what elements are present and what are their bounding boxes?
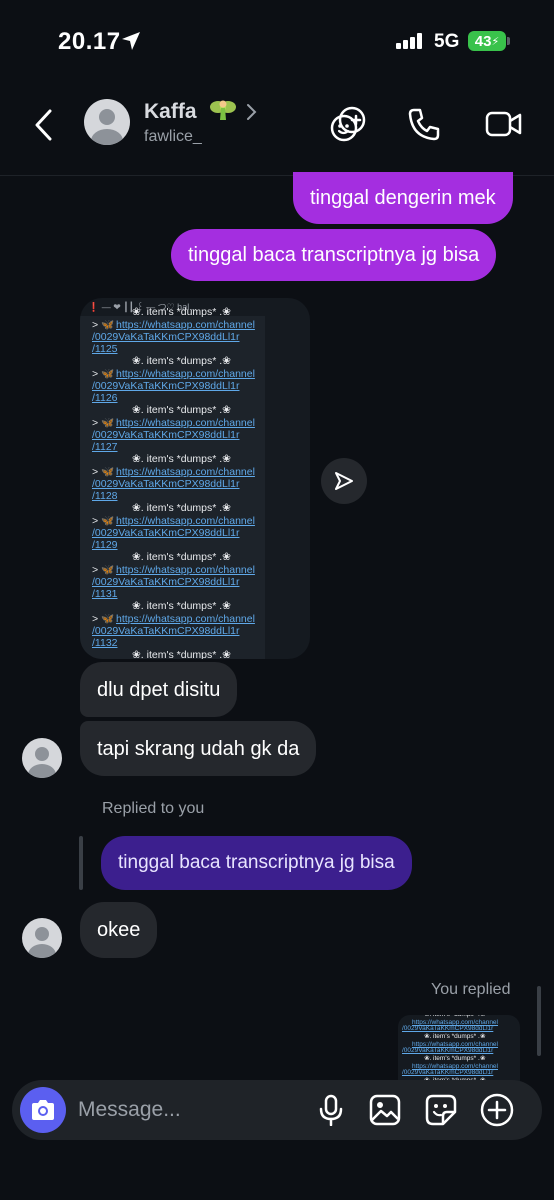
entry-link: /0029VaKaTaKKmCPX98ddLl1r <box>92 478 240 490</box>
entry-title: ❀. item's *dumps* .❀ <box>132 404 231 416</box>
entry-title: ❀. item's *dumps* .❀ <box>132 502 231 514</box>
incoming-message[interactable]: dlu dpet disitu <box>80 662 238 717</box>
status-time: 20.17 <box>58 28 121 55</box>
sender-avatar[interactable] <box>22 738 62 778</box>
sticker-icon <box>425 1094 457 1126</box>
entry-link: https://whatsapp.com/channel <box>116 564 255 576</box>
incoming-message[interactable]: tapi skrang udah gk da <box>80 721 317 776</box>
entry-prefix: > 🦋 <box>92 417 115 429</box>
outgoing-message[interactable]: tinggal baca transcriptnya jg bisa <box>171 229 497 281</box>
incoming-message[interactable]: okee <box>80 902 158 958</box>
entry-prefix: > 🦋 <box>92 564 115 576</box>
entry-prefix: > 🦋 <box>92 319 115 331</box>
share-button[interactable] <box>321 458 367 504</box>
message-text: tinggal baca transcriptnya jg bisa <box>118 852 395 873</box>
sender-avatar[interactable] <box>22 918 62 958</box>
entry-title: ❀. item's *dumps* .❀ <box>132 600 231 612</box>
send-arrow-icon <box>335 472 353 490</box>
chevron-right-icon[interactable] <box>246 103 258 121</box>
entry-link: /0029VaKaTaKKmCPX98ddLl1r <box>92 625 240 637</box>
gallery-button[interactable] <box>368 1093 402 1127</box>
default-avatar-icon <box>28 747 56 778</box>
message-text: dlu dpet disitu <box>97 678 221 701</box>
entry-link: https://whatsapp.com/channel <box>116 466 255 478</box>
charging-bolt-icon: ⚡ <box>491 35 500 48</box>
entry-prefix: > 🦋 <box>92 466 115 478</box>
entry-title: ❀. item's *dumps* .❀ <box>132 649 231 659</box>
video-call-icon[interactable] <box>484 104 524 144</box>
add-more-button[interactable] <box>480 1093 514 1127</box>
entry-title: ❀. item's *dumps* .❀ <box>132 355 231 367</box>
cellular-signal-icon <box>396 33 422 49</box>
entry-title: ❀. item's *dumps* .❀ <box>132 306 231 318</box>
plus-circle-icon <box>480 1093 514 1127</box>
microphone-icon <box>319 1094 343 1126</box>
image-icon <box>369 1094 401 1126</box>
outgoing-message[interactable]: tinggal dengerin mek <box>293 172 513 224</box>
entry-link: /1132 <box>92 637 118 649</box>
message-composer <box>12 1080 542 1140</box>
entry-link: /0029VaKaTaKKmCPX98ddLl1r <box>402 1025 494 1032</box>
entry-link: https://whatsapp.com/channel <box>116 515 255 527</box>
entry-link: /0029VaKaTaKKmCPX98ddLl1r <box>402 1069 494 1076</box>
entry-link: https://whatsapp.com/channel <box>116 613 255 625</box>
entry-link: /0029VaKaTaKKmCPX98ddLl1r <box>92 429 240 441</box>
contact-avatar[interactable] <box>84 99 130 145</box>
entry-link: /1125 <box>92 343 118 355</box>
contact-name[interactable]: Kaffa <box>144 100 197 124</box>
entry-prefix: > 🦋 <box>92 515 115 527</box>
replied-label: Replied to you <box>102 800 205 817</box>
entry-link: /0029VaKaTaKKmCPX98ddLl1r <box>92 380 240 392</box>
network-type: 5G <box>434 31 460 52</box>
you-replied-label: You replied <box>431 981 511 998</box>
entry-link: https://whatsapp.com/channel <box>116 417 255 429</box>
default-avatar-icon <box>28 927 56 958</box>
entry-link: /1126 <box>92 392 118 404</box>
contact-username: fawlice_ <box>144 128 202 145</box>
entry-title: ❀. item's *dumps* .❀ <box>424 1033 486 1040</box>
camera-button[interactable] <box>20 1087 66 1133</box>
quoted-message[interactable]: tinggal baca transcriptnya jg bisa <box>101 836 412 890</box>
sticker-button[interactable] <box>424 1093 458 1127</box>
reply-quote-bar <box>79 836 83 890</box>
battery-level: 43 <box>474 32 492 50</box>
back-chevron-icon[interactable] <box>32 108 56 142</box>
entry-title: ❀. item's *dumps* .❀ <box>132 453 231 465</box>
location-arrow-icon <box>122 32 140 50</box>
message-text: tinggal dengerin mek <box>310 187 496 209</box>
entry-title: ❀. item's *dumps* .❀ <box>424 1055 486 1062</box>
camera-icon <box>32 1100 54 1120</box>
message-text: tinggal baca transcriptnya jg bisa <box>188 244 480 266</box>
message-text: tapi skrang udah gk da <box>97 737 300 760</box>
replied-image-preview[interactable]: ❀. item's *dumps* .❀https://whatsapp.com… <box>398 1015 520 1085</box>
shared-image[interactable]: ❗ — ❤ ┃┃ ꒰ — つ♡ hal... ❀. item's *dumps*… <box>80 298 310 659</box>
entry-link: https://whatsapp.com/channel <box>116 319 255 331</box>
entry-prefix: > 🦋 <box>92 613 115 625</box>
entry-link: /1127 <box>92 441 118 453</box>
battery-indicator: 43 ⚡ <box>468 31 510 51</box>
fairy-emoji-icon <box>210 100 236 120</box>
scrollbar[interactable] <box>537 986 541 1056</box>
entry-title: ❀. item's *dumps* .❀ <box>132 551 231 563</box>
message-text: okee <box>97 919 141 941</box>
phone-call-icon[interactable] <box>404 104 444 144</box>
entry-prefix: > 🦋 <box>92 368 115 380</box>
entry-link: https://whatsapp.com/channel <box>116 368 255 380</box>
entry-link: /0029VaKaTaKKmCPX98ddLl1r <box>92 331 240 343</box>
entry-link: /1128 <box>92 490 118 502</box>
effects-sticker-icon[interactable] <box>328 104 368 144</box>
entry-link: /0029VaKaTaKKmCPX98ddLl1r <box>92 527 240 539</box>
message-input[interactable] <box>78 1080 298 1140</box>
chat-header: Kaffa fawlice_ <box>0 80 554 176</box>
entry-link: /0029VaKaTaKKmCPX98ddLl1r <box>402 1047 494 1054</box>
default-avatar-icon <box>91 109 123 145</box>
entry-link: /0029VaKaTaKKmCPX98ddLl1r <box>92 576 240 588</box>
entry-link: /1131 <box>92 588 118 600</box>
microphone-button[interactable] <box>314 1093 348 1127</box>
status-bar: 20.17 5G 43 ⚡ <box>0 0 554 80</box>
entry-link: /1129 <box>92 539 118 551</box>
